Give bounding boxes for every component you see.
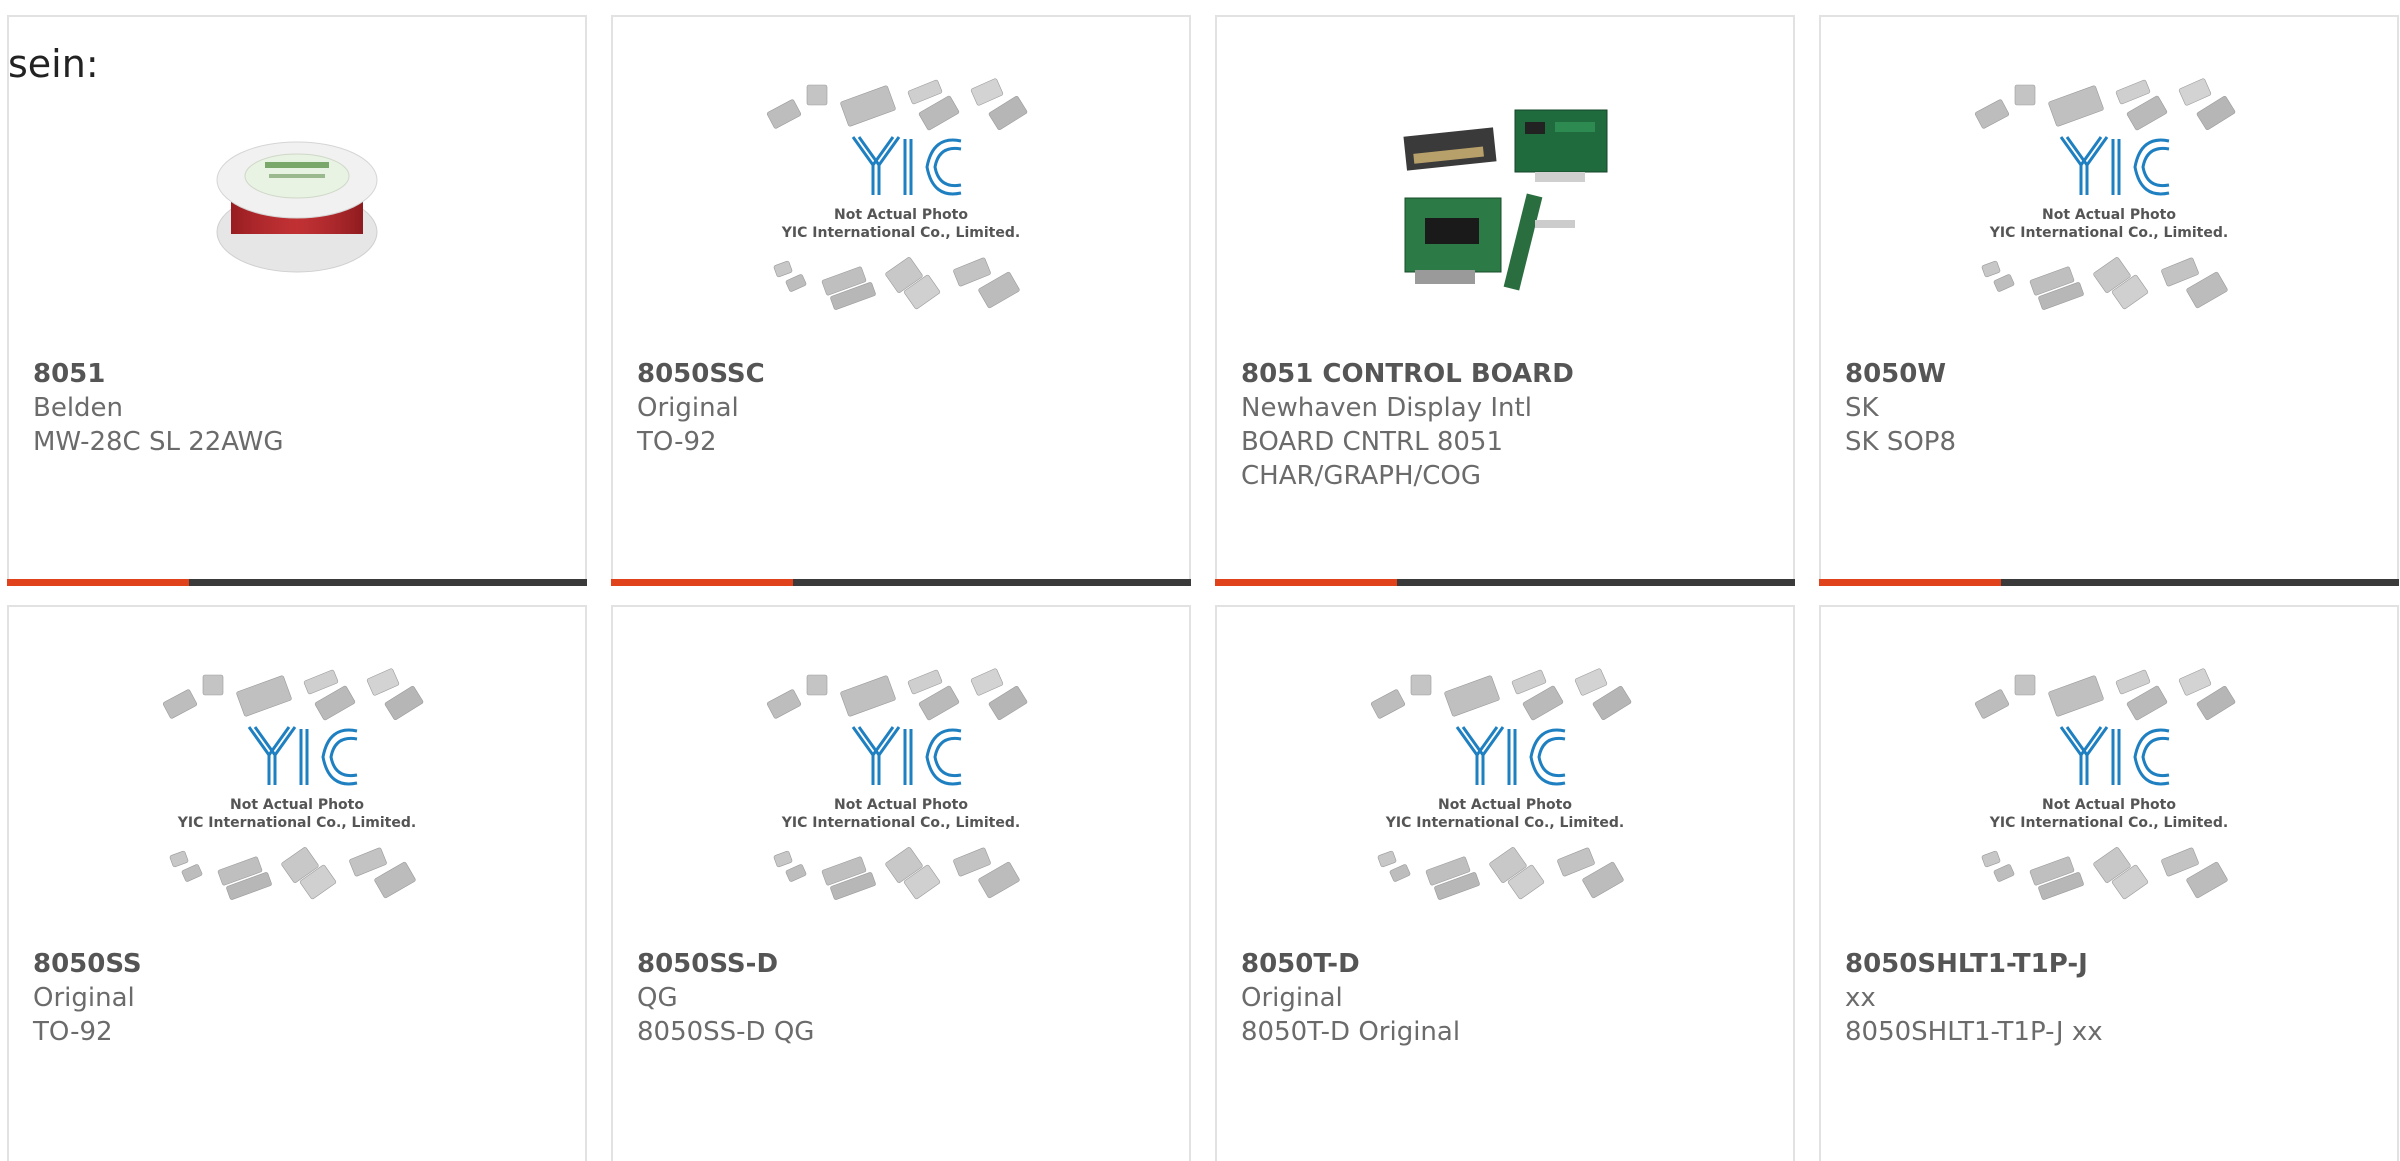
- card-accent-bar: [1819, 579, 2001, 586]
- product-manufacturer: Newhaven Display Intl: [1241, 393, 1532, 423]
- intro-text: sein:: [8, 42, 99, 86]
- product-manufacturer: xx: [1845, 983, 1876, 1013]
- wire-spool-image: [216, 141, 378, 273]
- product-listing-page: sein: 8051 Belden MW-28C SL 22AWG Not Ac…: [0, 0, 2400, 1161]
- svg-text:YIC International Co., Limited: YIC International Co., Limited.: [1989, 225, 2228, 241]
- product-image[interactable]: Not Actual Photo YIC International Co., L…: [1821, 668, 2397, 907]
- product-image[interactable]: Not Actual Photo YIC International Co., L…: [1821, 78, 2397, 317]
- card-accent-bar: [7, 579, 189, 586]
- product-grid: 8051 Belden MW-28C SL 22AWG Not Actual P…: [7, 15, 2399, 1161]
- not-actual-photo-placeholder: Not Actual Photo YIC International Co., L…: [766, 78, 1028, 310]
- product-description: TO-92: [637, 427, 717, 457]
- product-image[interactable]: Not Actual Photo YIC International Co., L…: [613, 668, 1189, 907]
- product-card[interactable]: Not Actual Photo YIC International Co., L…: [1819, 15, 2399, 586]
- product-description-extra: CHAR/GRAPH/COG: [1241, 461, 1482, 491]
- svg-text:YIC International Co., Limited: YIC International Co., Limited.: [177, 815, 416, 831]
- svg-text:YIC International Co., Limited: YIC International Co., Limited.: [1989, 815, 2228, 831]
- product-image[interactable]: [1217, 87, 1793, 317]
- svg-text:YIC International Co., Limited: YIC International Co., Limited.: [781, 225, 1020, 241]
- not-actual-photo-placeholder: Not Actual Photo YIC International Co., L…: [162, 668, 424, 900]
- product-image[interactable]: Not Actual Photo YIC International Co., L…: [9, 668, 585, 907]
- product-card[interactable]: Not Actual Photo YIC International Co., L…: [1215, 605, 1795, 1161]
- product-card[interactable]: Not Actual Photo YIC International Co., L…: [611, 15, 1191, 586]
- product-part-number[interactable]: 8050SHLT1-T1P-J: [1845, 947, 2381, 981]
- product-description: MW-28C SL 22AWG: [33, 427, 284, 457]
- product-card[interactable]: Not Actual Photo YIC International Co., L…: [7, 605, 587, 1161]
- product-manufacturer: Original: [637, 393, 739, 423]
- product-description: SK SOP8: [1845, 427, 1957, 457]
- svg-text:Not Actual Photo: Not Actual Photo: [230, 797, 364, 813]
- card-bottom-bar: [7, 579, 587, 586]
- product-card[interactable]: 8051 Belden MW-28C SL 22AWG: [7, 15, 587, 586]
- product-manufacturer: Belden: [33, 393, 124, 423]
- svg-text:Not Actual Photo: Not Actual Photo: [834, 207, 968, 223]
- svg-text:YIC International Co., Limited: YIC International Co., Limited.: [781, 815, 1020, 831]
- not-actual-photo-placeholder: Not Actual Photo YIC International Co., L…: [1974, 78, 2236, 310]
- product-manufacturer: Original: [1241, 983, 1343, 1013]
- card-accent-bar: [1215, 579, 1397, 586]
- product-description: BOARD CNTRL 8051: [1241, 427, 1503, 457]
- svg-text:YIC International Co., Limited: YIC International Co., Limited.: [1385, 815, 1624, 831]
- not-actual-photo-placeholder: Not Actual Photo YIC International Co., L…: [1370, 668, 1632, 900]
- product-manufacturer: Original: [33, 983, 135, 1013]
- product-manufacturer: QG: [637, 983, 678, 1013]
- product-part-number[interactable]: 8050T-D: [1241, 947, 1777, 981]
- product-part-number[interactable]: 8050W: [1845, 357, 2381, 391]
- product-part-number[interactable]: 8051 CONTROL BOARD: [1241, 357, 1777, 391]
- product-card[interactable]: 8051 CONTROL BOARD Newhaven Display Intl…: [1215, 15, 1795, 586]
- product-card[interactable]: Not Actual Photo YIC International Co., L…: [1819, 605, 2399, 1161]
- not-actual-photo-placeholder: Not Actual Photo YIC International Co., L…: [1974, 668, 2236, 900]
- svg-text:Not Actual Photo: Not Actual Photo: [2042, 797, 2176, 813]
- product-description: 8050SS-D QG: [637, 1017, 815, 1047]
- product-description: 8050T-D Original: [1241, 1017, 1461, 1047]
- control-board-image: [1403, 109, 1608, 291]
- product-part-number[interactable]: 8050SS: [33, 947, 569, 981]
- card-bottom-bar: [1819, 579, 2399, 586]
- product-description: 8050SHLT1-T1P-J xx: [1845, 1017, 2103, 1047]
- card-accent-bar: [611, 579, 793, 586]
- svg-text:Not Actual Photo: Not Actual Photo: [1438, 797, 1572, 813]
- product-image[interactable]: Not Actual Photo YIC International Co., L…: [613, 78, 1189, 317]
- product-part-number[interactable]: 8050SS-D: [637, 947, 1173, 981]
- not-actual-photo-placeholder: Not Actual Photo YIC International Co., L…: [766, 668, 1028, 900]
- product-part-number[interactable]: 8051: [33, 357, 569, 391]
- product-part-number[interactable]: 8050SSC: [637, 357, 1173, 391]
- product-card[interactable]: Not Actual Photo YIC International Co., L…: [611, 605, 1191, 1161]
- product-image[interactable]: [9, 87, 585, 317]
- card-bottom-bar: [1215, 579, 1795, 586]
- product-description: TO-92: [33, 1017, 113, 1047]
- card-bottom-bar: [611, 579, 1191, 586]
- product-manufacturer: SK: [1845, 393, 1879, 423]
- svg-text:Not Actual Photo: Not Actual Photo: [2042, 207, 2176, 223]
- svg-text:Not Actual Photo: Not Actual Photo: [834, 797, 968, 813]
- product-image[interactable]: Not Actual Photo YIC International Co., L…: [1217, 668, 1793, 907]
